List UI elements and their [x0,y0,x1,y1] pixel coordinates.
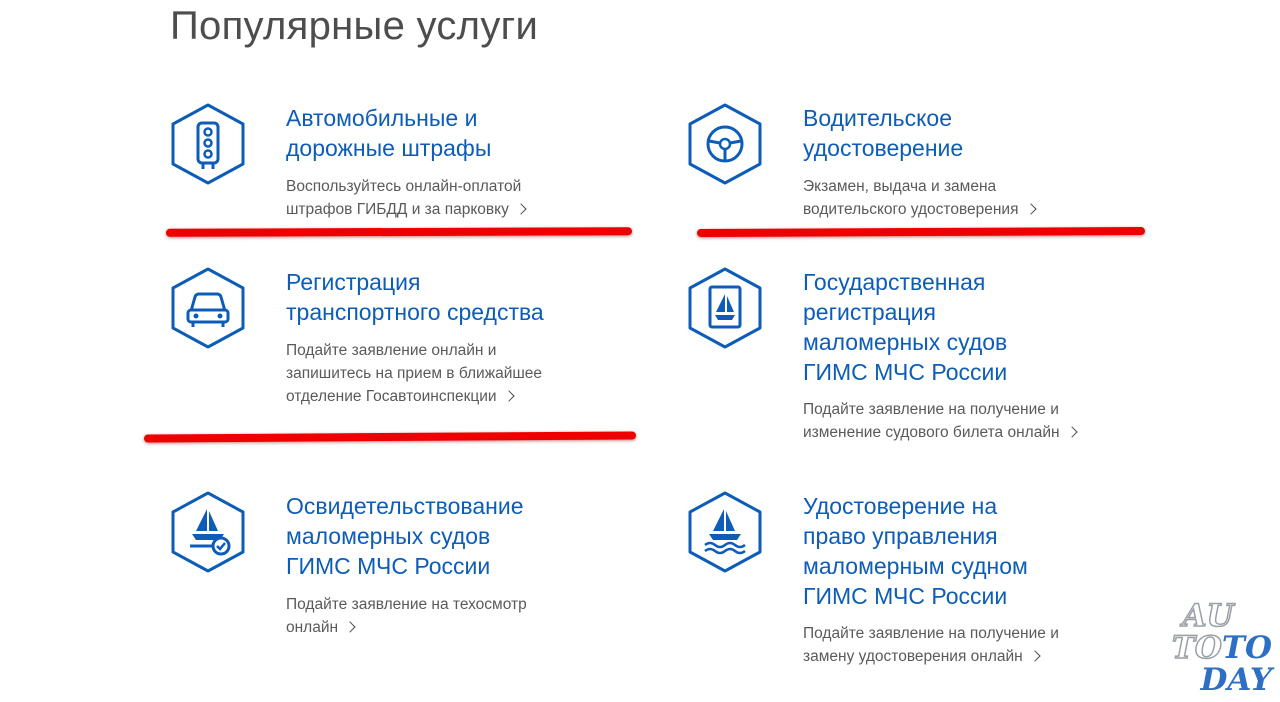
red-underline-mark [165,227,633,237]
red-underline-mark [696,227,1146,237]
chevron-right-icon[interactable] [502,390,515,402]
car-icon [170,267,246,349]
service-title[interactable]: Удостоверение на право управления маломе… [803,491,1163,611]
boat-waves-icon [687,491,763,573]
service-description: Экзамен, выдача и замена водительского у… [803,175,1143,221]
service-description: Воспользуйтесь онлайн-оплатой штрафов ГИ… [286,175,626,221]
service-description: Подайте заявление онлайн и запишитесь на… [286,342,543,405]
red-underline-mark [143,431,637,443]
chevron-right-icon[interactable] [344,621,356,633]
service-description: Подайте заявление на получение и замену … [803,625,1059,665]
service-title[interactable]: Государственная регистрация маломерных с… [803,267,1163,387]
service-title[interactable]: Регистрация транспортного средства [286,267,646,327]
page-title: Популярные услуги [170,4,539,48]
service-title[interactable]: Автомобильные и дорожные штрафы [286,103,646,163]
chevron-right-icon[interactable] [1029,650,1041,662]
service-description: Подайте заявление на техосмотр онлайн [286,596,527,636]
steering-wheel-icon [687,103,763,185]
chevron-right-icon[interactable] [1065,426,1078,438]
service-title[interactable]: Водительское удостоверение [803,103,1163,163]
chevron-right-icon[interactable] [1024,203,1037,215]
boat-document-icon [687,267,763,349]
chevron-right-icon[interactable] [515,203,527,215]
boat-check-icon [170,491,246,573]
service-title[interactable]: Освидетельствование маломерных судов ГИМ… [286,491,646,581]
service-description: Подайте заявление на получение и изменен… [803,398,1143,444]
autotoday-watermark-logo: AU TOTO DAY [1171,598,1272,698]
traffic-light-icon [170,103,246,185]
